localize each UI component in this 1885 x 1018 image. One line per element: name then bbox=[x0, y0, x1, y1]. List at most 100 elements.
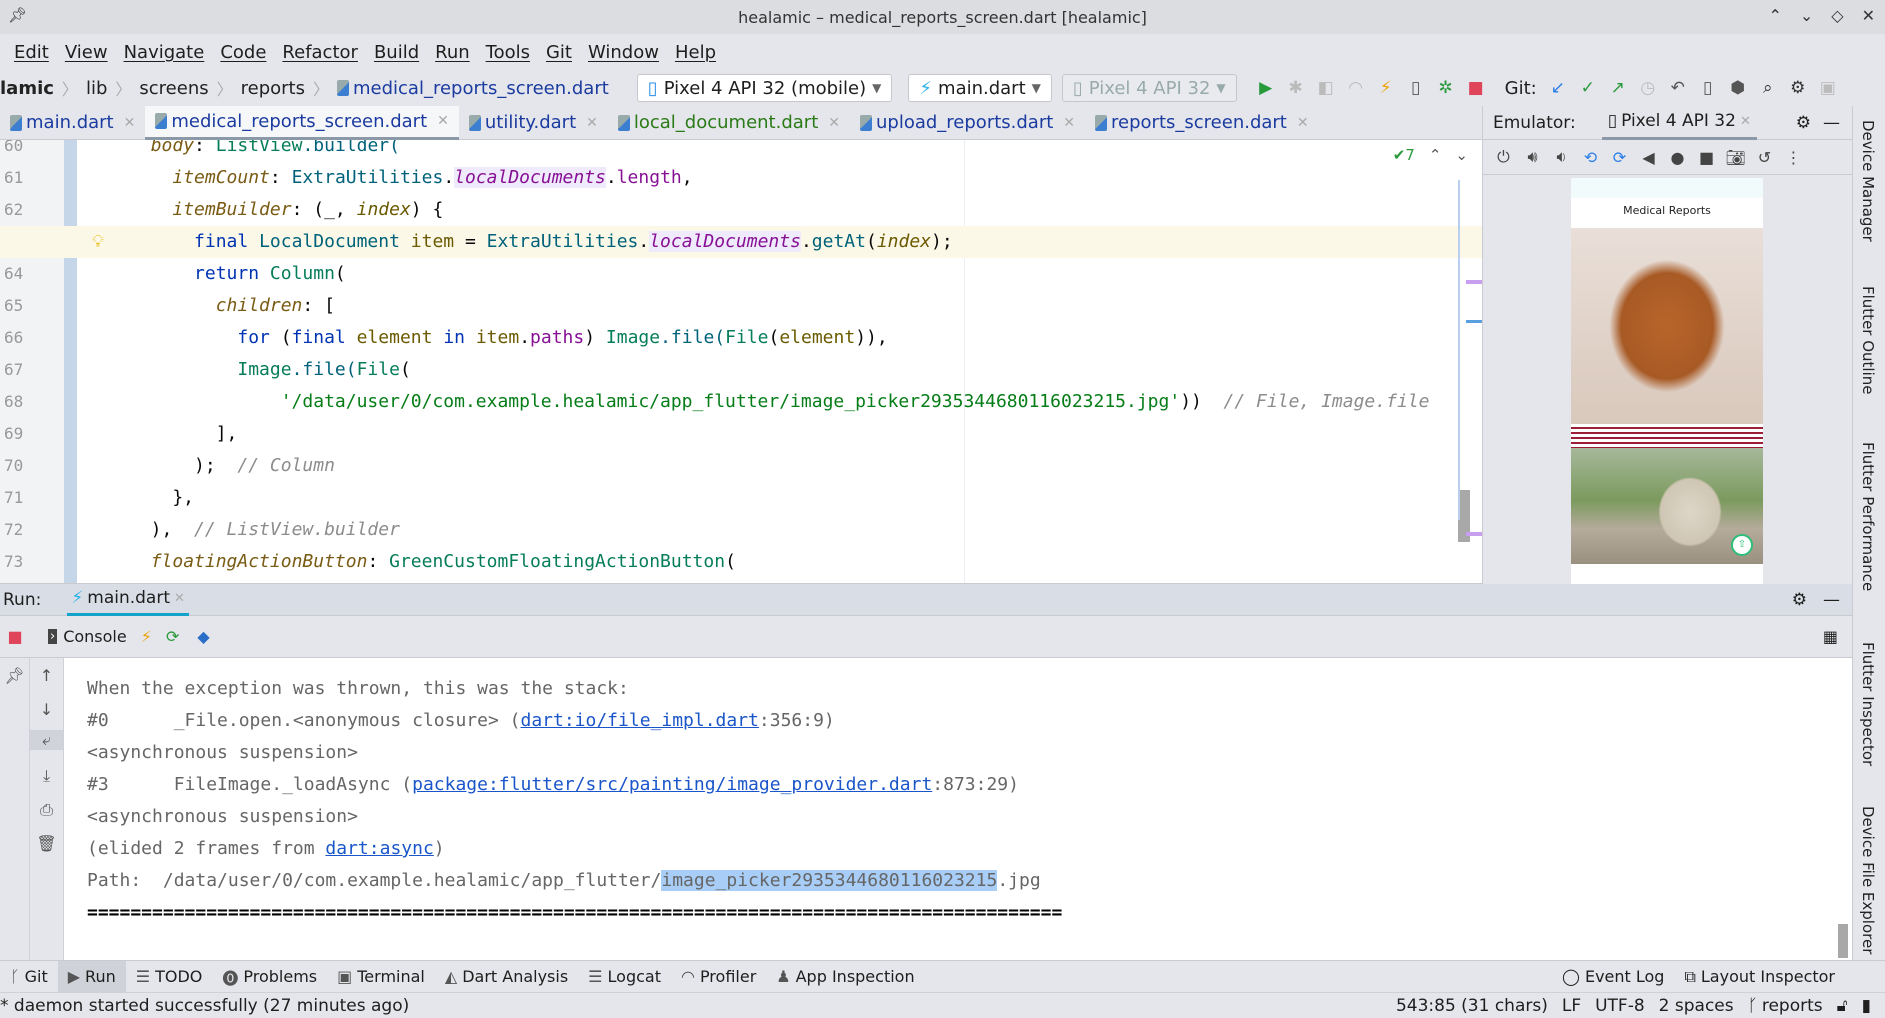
git-rollback-icon[interactable]: ↶ bbox=[1663, 78, 1693, 98]
tool-window-problems[interactable]: ⓿ Problems bbox=[212, 961, 327, 993]
print-icon[interactable]: ⎙ bbox=[30, 800, 63, 820]
overview-icon[interactable]: ■ bbox=[1692, 148, 1721, 167]
minimize-panel-icon[interactable]: — bbox=[1823, 590, 1840, 610]
gear-icon[interactable]: ⚙ bbox=[1796, 113, 1811, 133]
console-link[interactable]: dart:io/file_impl.dart bbox=[520, 710, 758, 731]
minimize-icon[interactable]: ⌄ bbox=[1800, 6, 1813, 25]
flutter-inspector-tool[interactable]: Flutter Inspector bbox=[1859, 642, 1877, 766]
git-branch[interactable]: reports bbox=[1762, 996, 1823, 1016]
code-editor[interactable]: 6061626364656667686970717273 body: ListV… bbox=[0, 140, 1482, 584]
scroll-to-end-icon[interactable]: ⤓ bbox=[30, 766, 63, 786]
close-tab-icon[interactable]: ✕ bbox=[1297, 115, 1309, 131]
device-selector[interactable]: ▯ Pixel 4 API 32 (mobile) ▼ bbox=[636, 74, 893, 102]
menu-window[interactable]: Window bbox=[588, 42, 659, 63]
breadcrumb-project[interactable]: lamic bbox=[0, 78, 54, 99]
tool-window-profiler[interactable]: ◠ Profiler bbox=[671, 961, 766, 993]
console-link[interactable]: dart:async bbox=[325, 838, 433, 859]
pin-icon[interactable]: 📌︎ bbox=[8, 6, 27, 24]
upload-fab[interactable]: ⇧ bbox=[1731, 534, 1753, 556]
editor-tab[interactable]: utility.dart ✕ bbox=[459, 106, 608, 140]
line-separator[interactable]: LF bbox=[1562, 996, 1581, 1016]
indent-setting[interactable]: 2 spaces bbox=[1659, 996, 1734, 1016]
inspection-widget[interactable]: ✔7 ⌃ ⌄ bbox=[1393, 146, 1468, 164]
console-link[interactable]: package:flutter/src/painting/image_provi… bbox=[412, 774, 932, 795]
menu-edit[interactable]: Edit bbox=[14, 42, 49, 63]
previous-icon[interactable]: ⌃ bbox=[1429, 146, 1442, 164]
breadcrumb-file[interactable]: medical_reports_screen.dart bbox=[353, 78, 609, 99]
pin-icon[interactable]: 📌︎ bbox=[0, 666, 29, 685]
devtools-icon[interactable]: ◆ bbox=[197, 627, 209, 646]
flutter-outline-tool[interactable]: Flutter Outline bbox=[1859, 286, 1877, 395]
menu-build[interactable]: Build bbox=[374, 42, 419, 63]
stop-icon[interactable]: ■ bbox=[1461, 78, 1491, 98]
tool-window-run[interactable]: ▶ Run bbox=[57, 960, 126, 993]
close-tab-icon[interactable]: ✕ bbox=[586, 115, 598, 131]
keep-above-icon[interactable]: ⌃ bbox=[1768, 6, 1781, 25]
git-commit-icon[interactable]: ✓ bbox=[1573, 78, 1603, 98]
menu-git[interactable]: Git bbox=[546, 42, 572, 63]
debug-icon[interactable]: ✱ bbox=[1281, 78, 1311, 98]
search-icon[interactable]: ⌕ bbox=[1753, 78, 1783, 98]
git-push-icon[interactable]: ↗ bbox=[1603, 78, 1633, 98]
close-tab-icon[interactable]: ✕ bbox=[1740, 114, 1751, 129]
rotate-left-icon[interactable]: ⟲ bbox=[1576, 148, 1605, 167]
close-tab-icon[interactable]: ✕ bbox=[828, 115, 840, 131]
up-arrow-icon[interactable]: ↑ bbox=[30, 666, 63, 685]
reset-icon[interactable]: ↺ bbox=[1750, 148, 1779, 167]
camera-icon[interactable]: 📷︎ bbox=[1721, 148, 1750, 167]
stop-icon[interactable]: ■ bbox=[0, 627, 30, 646]
menu-refactor[interactable]: Refactor bbox=[282, 42, 358, 63]
run-tab-main[interactable]: ⚡︎ main.dart ✕ bbox=[67, 584, 189, 616]
soft-wrap-icon[interactable]: ⤶ bbox=[30, 730, 63, 750]
hot-reload-icon[interactable]: ⚡ bbox=[141, 627, 152, 646]
menu-navigate[interactable]: Navigate bbox=[124, 42, 205, 63]
console-scrollbar[interactable] bbox=[1838, 924, 1848, 958]
console-tab[interactable]: Console bbox=[63, 627, 127, 646]
target-selector[interactable]: ▯ Pixel 4 API 32 ▼ bbox=[1061, 74, 1237, 102]
tool-window-event-log[interactable]: ◯ Event Log bbox=[1552, 961, 1674, 993]
menu-help[interactable]: Help bbox=[675, 42, 716, 63]
menu-view[interactable]: View bbox=[65, 42, 108, 63]
tool-window-layout-inspector[interactable]: ⧉ Layout Inspector bbox=[1674, 961, 1845, 993]
editor-tab[interactable]: main.dart ✕ bbox=[0, 106, 145, 140]
breadcrumb-lib[interactable]: lib bbox=[86, 78, 107, 99]
caret-position[interactable]: 543:85 (31 chars) bbox=[1396, 996, 1548, 1016]
git-update-icon[interactable]: ↙ bbox=[1543, 78, 1573, 98]
editor-tab[interactable]: medical_reports_screen.dart ✕ bbox=[145, 105, 459, 140]
git-history-icon[interactable]: ◷ bbox=[1633, 78, 1663, 98]
minimize-panel-icon[interactable]: — bbox=[1823, 113, 1840, 133]
breadcrumb-reports[interactable]: reports bbox=[241, 78, 305, 99]
back-icon[interactable]: ◀ bbox=[1634, 148, 1663, 167]
lock-icon[interactable]: 🔓︎ bbox=[1837, 996, 1848, 1016]
tool-window-todo[interactable]: ☰ TODO bbox=[126, 961, 213, 993]
tool-window-app-inspection[interactable]: ♟ App Inspection bbox=[766, 961, 924, 993]
coverage-icon[interactable]: ◧ bbox=[1311, 78, 1341, 98]
intention-bulb-icon[interactable]: 💡︎ bbox=[92, 226, 104, 258]
avatar[interactable]: ▣ bbox=[1813, 78, 1843, 98]
rotate-right-icon[interactable]: ⟳ bbox=[1605, 148, 1634, 167]
volume-up-icon[interactable]: 🔊︎ bbox=[1518, 147, 1547, 167]
tool-window-terminal[interactable]: ▣ Terminal bbox=[327, 961, 435, 993]
tool-window-logcat[interactable]: ☰ Logcat bbox=[578, 961, 671, 993]
down-arrow-icon[interactable]: ↓ bbox=[30, 700, 63, 719]
editor-tab[interactable]: reports_screen.dart ✕ bbox=[1085, 106, 1319, 140]
close-icon[interactable]: ✕ bbox=[1862, 6, 1875, 25]
emulator-device-tab[interactable]: ▯ Pixel 4 API 32 ✕ bbox=[1601, 106, 1757, 140]
file-encoding[interactable]: UTF-8 bbox=[1595, 996, 1645, 1016]
close-tab-icon[interactable]: ✕ bbox=[124, 115, 136, 131]
power-icon[interactable]: ⏻ bbox=[1489, 147, 1518, 167]
device-manager-icon[interactable]: ▯ bbox=[1693, 78, 1723, 98]
maximize-icon[interactable]: ◇ bbox=[1831, 6, 1843, 25]
hot-reload-icon[interactable]: ⚡ bbox=[1371, 78, 1401, 98]
layout-options-icon[interactable]: ▦ bbox=[1823, 627, 1838, 646]
menu-code[interactable]: Code bbox=[220, 42, 266, 63]
editor-tab[interactable]: upload_reports.dart ✕ bbox=[850, 106, 1085, 140]
profile-icon[interactable]: ◠ bbox=[1341, 78, 1371, 98]
more-icon[interactable]: ⋮ bbox=[1779, 148, 1808, 167]
hot-restart-icon[interactable]: ⟳ bbox=[166, 627, 179, 646]
breadcrumb-screens[interactable]: screens bbox=[139, 78, 208, 99]
device-file-explorer-tool[interactable]: Device File Explorer bbox=[1859, 806, 1877, 954]
editor-tab[interactable]: local_document.dart ✕ bbox=[608, 106, 850, 140]
hot-restart-icon[interactable]: ▯ bbox=[1401, 78, 1431, 98]
gear-icon[interactable]: ⚙ bbox=[1792, 590, 1807, 610]
